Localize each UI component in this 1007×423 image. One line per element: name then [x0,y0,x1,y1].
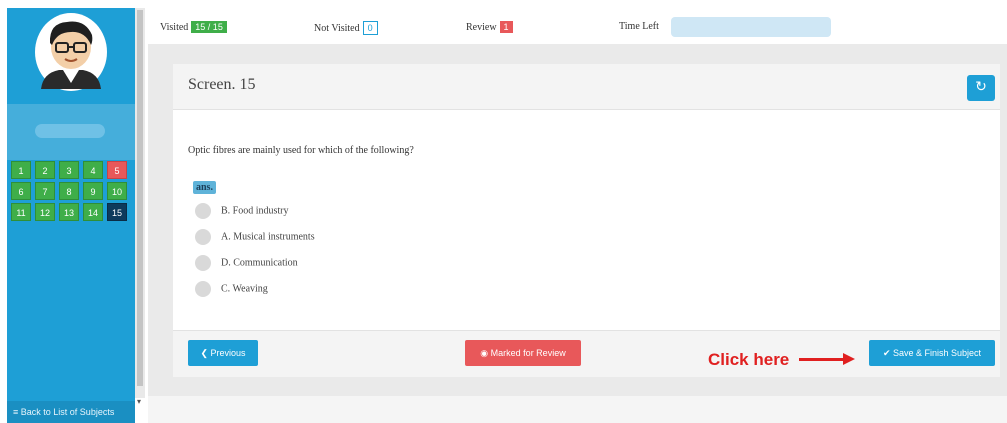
avatar [35,13,107,91]
review-badge: 1 [499,21,513,33]
visited-badge: 15 / 15 [191,21,227,33]
previous-button-label: Previous [210,348,246,358]
review-label: Review [466,22,497,33]
question-button-11[interactable]: 11 [11,203,31,221]
option-4-label: C. Weaving [221,283,268,295]
question-button-8[interactable]: 8 [59,182,79,200]
avatar-area [7,8,135,104]
option-2-label: A. Musical instruments [221,231,315,243]
sidebar-footer: ≡ Back to List of Subjects [7,401,135,423]
status-bar: Visited 15 / 15 Not Visited 0 Review 1 Time… [148,10,1007,44]
option-3-label: D. Communication [221,257,298,269]
time-left-value-redacted [671,17,831,37]
question-card: Screen. 15 ↻ Optic fibres are mainly use… [173,64,1000,377]
question-button-14[interactable]: 14 [83,203,103,221]
answer-tag: ans. [193,181,216,194]
screen-title: Screen. 15 [188,76,256,93]
card-header: Screen. 15 ↻ [173,64,1000,110]
option-1[interactable]: B. Food industry [195,203,289,221]
user-name-block [7,104,135,160]
option-1-label: B. Food industry [221,205,289,217]
question-button-12[interactable]: 12 [35,203,55,221]
question-button-10[interactable]: 10 [107,182,127,200]
previous-icon: ❮ [200,348,208,358]
question-button-5[interactable]: 5 [107,161,127,179]
radio-option-1[interactable] [195,203,211,219]
radio-option-2[interactable] [195,229,211,245]
question-text: Optic fibres are mainly used for which o… [188,145,414,156]
question-palette: 1 2 3 4 5 6 7 8 9 10 11 12 13 14 15 [11,161,131,221]
refresh-button[interactable]: ↻ [967,75,995,101]
review-stat: Review 1 [466,21,513,33]
question-button-7[interactable]: 7 [35,182,55,200]
back-to-subjects-link[interactable]: ≡ Back to List of Subjects [13,407,114,417]
question-button-9[interactable]: 9 [83,182,103,200]
annotation-arrow-line [799,358,845,361]
top-strip [0,0,1007,8]
visited-label: Visited [160,22,189,33]
previous-button[interactable]: ❮ Previous [188,340,258,366]
not-visited-stat: Not Visited 0 [314,21,378,35]
visited-stat: Visited 15 / 15 [160,21,227,33]
back-link-label: Back to List of Subjects [20,407,115,417]
scrollbar-thumb[interactable] [137,10,143,386]
question-button-1[interactable]: 1 [11,161,31,179]
eye-icon: ◉ [480,348,489,358]
mark-for-review-button[interactable]: ◉ Marked for Review [465,340,581,366]
time-left-stat: Time Left [619,21,659,32]
click-here-annotation: Click here [708,350,790,369]
not-visited-label: Not Visited [314,23,360,34]
sidebar-scrollbar[interactable]: ▾ [135,8,145,406]
radio-option-3[interactable] [195,255,211,271]
annotation-arrow-icon [843,353,855,365]
user-name-redacted [35,124,105,138]
question-button-2[interactable]: 2 [35,161,55,179]
question-button-3[interactable]: 3 [59,161,79,179]
list-icon: ≡ [13,407,19,417]
option-4[interactable]: C. Weaving [195,281,268,299]
refresh-icon: ↻ [975,80,987,95]
question-button-13[interactable]: 13 [59,203,79,221]
avatar-icon [41,21,101,89]
option-3[interactable]: D. Communication [195,255,298,273]
option-2[interactable]: A. Musical instruments [195,229,315,247]
sidebar: 1 2 3 4 5 6 7 8 9 10 11 12 13 14 15 ≡ Ba… [7,8,135,423]
bottom-band [148,396,1007,423]
radio-option-4[interactable] [195,281,211,297]
not-visited-badge: 0 [362,21,378,35]
scroll-down-icon[interactable]: ▾ [137,397,141,406]
time-left-label: Time Left [619,21,659,32]
question-button-15[interactable]: 15 [107,203,127,221]
check-circle-icon: ✔ [882,348,891,358]
mark-review-label: Marked for Review [490,348,566,358]
save-finish-button[interactable]: ✔ Save & Finish Subject [869,340,995,366]
question-button-6[interactable]: 6 [11,182,31,200]
question-button-4[interactable]: 4 [83,161,103,179]
save-finish-label: Save & Finish Subject [893,348,982,358]
